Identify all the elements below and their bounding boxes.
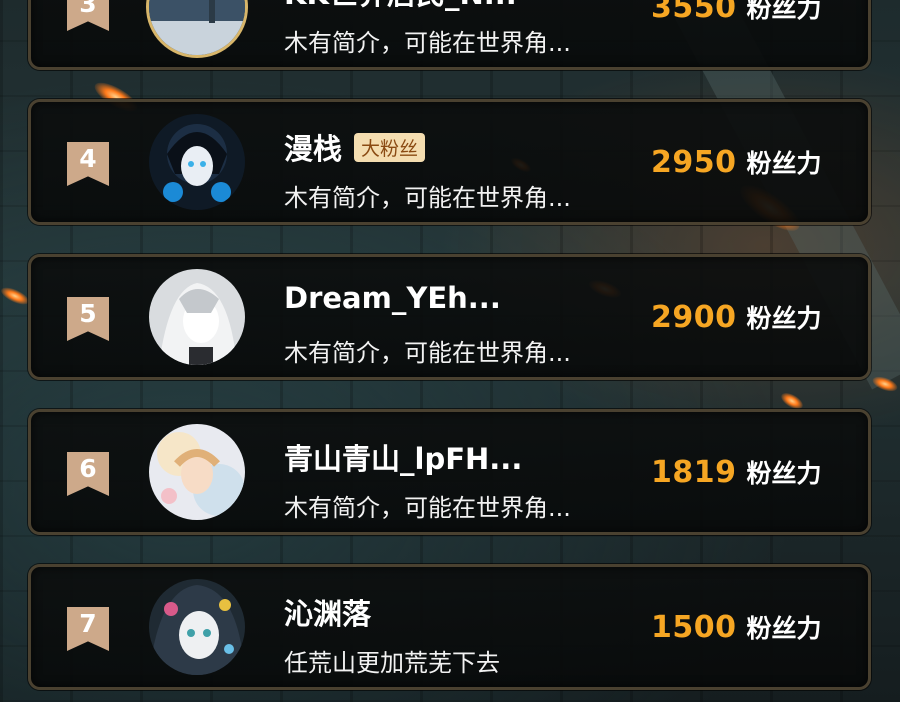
score-value: 1500 bbox=[651, 610, 737, 645]
score-unit: 粉丝力 bbox=[746, 304, 822, 333]
score-unit: 粉丝力 bbox=[746, 614, 822, 643]
rank-ribbon: 6 bbox=[67, 452, 109, 496]
score-value: 2900 bbox=[651, 300, 737, 335]
user-bio: 木有简介，可能在世界角... bbox=[284, 494, 571, 522]
user-bio: 任荒山更加荒芜下去 bbox=[284, 649, 500, 677]
avatar-image bbox=[149, 0, 245, 55]
ranking-row[interactable]: 6 青山青山_lpFH... 木有简介，可能在世界角... 1819 粉丝力 bbox=[28, 409, 871, 535]
avatar[interactable] bbox=[149, 579, 245, 675]
fan-score: 1819 粉丝力 bbox=[651, 454, 822, 490]
ranking-row[interactable]: 5 Dream_YEh... 木有简介，可能在世界角... 2900 粉丝力 bbox=[28, 254, 871, 380]
user-name[interactable]: Dream_YEh... bbox=[284, 281, 501, 315]
ember-decoration bbox=[0, 284, 32, 308]
user-bio: 木有简介，可能在世界角... bbox=[284, 184, 571, 212]
score-unit: 粉丝力 bbox=[746, 0, 822, 23]
ranking-row[interactable]: 7 沁渊落 任荒山更加荒芜下去 1500 粉丝力 bbox=[28, 564, 871, 690]
user-bio: 木有简介，可能在世界角... bbox=[284, 29, 571, 57]
avatar-image bbox=[149, 269, 245, 365]
user-name[interactable]: KK世界居民_N... bbox=[284, 0, 517, 13]
score-value: 3550 bbox=[651, 0, 737, 25]
avatar-image bbox=[149, 579, 245, 675]
avatar-image bbox=[149, 114, 245, 210]
rank-ribbon: 4 bbox=[67, 142, 109, 186]
user-bio: 木有简介，可能在世界角... bbox=[284, 339, 571, 367]
avatar[interactable] bbox=[149, 424, 245, 520]
score-unit: 粉丝力 bbox=[746, 459, 822, 488]
ranking-row[interactable]: 4 漫栈 大粉丝 木有简介，可能在世界角... 2950 粉丝力 bbox=[28, 99, 871, 225]
avatar-image bbox=[149, 424, 245, 520]
user-name[interactable]: 漫栈 大粉丝 bbox=[284, 126, 426, 168]
ranking-row[interactable]: 3 KK世界居民_N... 木有简介，可能在世界角... 3550 粉丝力 bbox=[28, 0, 871, 70]
fan-score: 1500 粉丝力 bbox=[651, 609, 822, 645]
fan-score: 2950 粉丝力 bbox=[651, 144, 822, 180]
avatar[interactable] bbox=[149, 269, 245, 365]
score-value: 1819 bbox=[651, 455, 737, 490]
user-name[interactable]: 青山青山_lpFH... bbox=[284, 436, 522, 478]
rank-ribbon: 3 bbox=[67, 0, 109, 31]
score-unit: 粉丝力 bbox=[746, 149, 822, 178]
avatar[interactable] bbox=[149, 0, 245, 55]
avatar[interactable] bbox=[149, 114, 245, 210]
user-name[interactable]: 沁渊落 bbox=[284, 591, 371, 633]
fan-badge: 大粉丝 bbox=[354, 132, 426, 162]
fan-score: 3550 粉丝力 bbox=[651, 0, 822, 25]
score-value: 2950 bbox=[651, 145, 737, 180]
rank-ribbon: 7 bbox=[67, 607, 109, 651]
fan-score: 2900 粉丝力 bbox=[651, 299, 822, 335]
rank-ribbon: 5 bbox=[67, 297, 109, 341]
